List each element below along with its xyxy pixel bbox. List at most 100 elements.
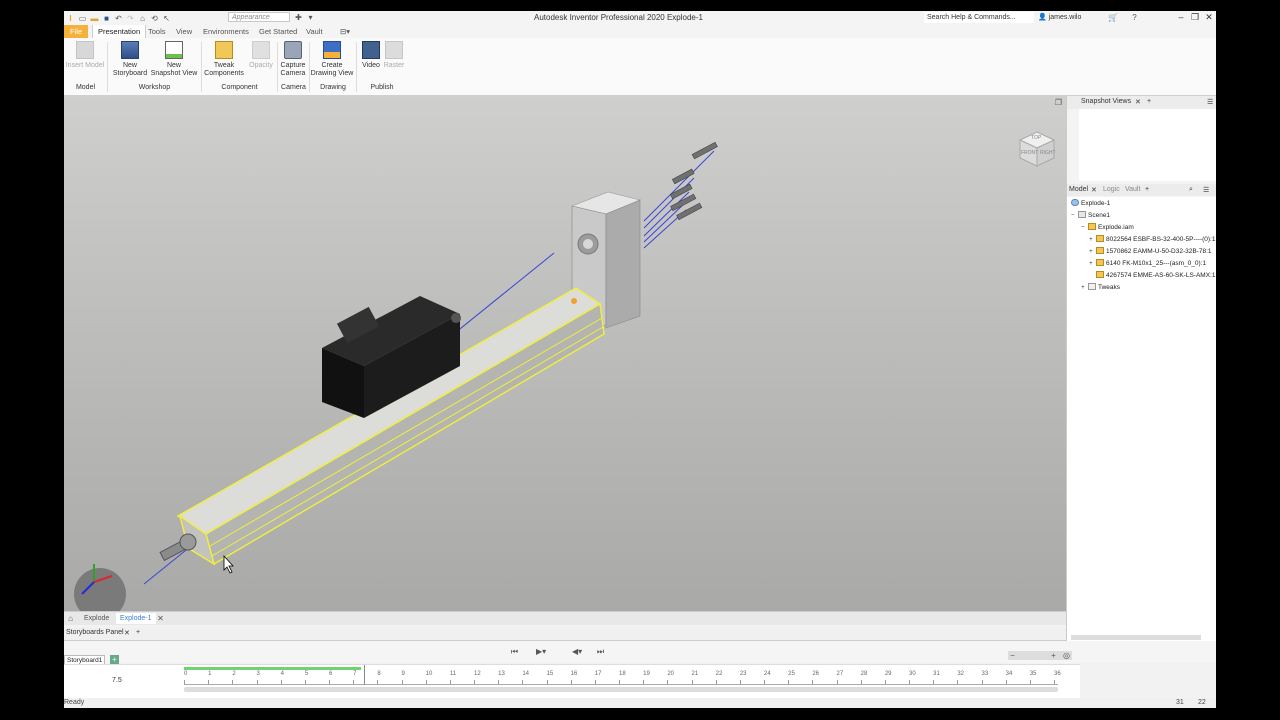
measure-icon[interactable]: ✚ bbox=[294, 13, 303, 22]
tweak-components-button[interactable]: Tweak Components bbox=[203, 41, 245, 78]
new-storyboard-button[interactable]: New Storyboard bbox=[110, 41, 150, 78]
close-tab-icon[interactable]: ✕ bbox=[156, 614, 165, 623]
snapshot-menu-icon[interactable]: ☰ bbox=[1207, 98, 1213, 106]
timeline-settings-icon[interactable]: ◎ bbox=[1062, 651, 1071, 660]
tree-node-component[interactable]: +1570862 EAMM-U-50-D32-32B-78:1 bbox=[1089, 247, 1212, 257]
select-icon[interactable]: ↖ bbox=[162, 14, 171, 23]
tab-environments[interactable]: Environments bbox=[203, 25, 249, 38]
create-drawing-view-button[interactable]: Create Drawing View bbox=[310, 41, 354, 78]
home-tab-icon[interactable]: ⌂ bbox=[66, 614, 75, 623]
go-to-start-icon[interactable]: ⏮ bbox=[510, 647, 519, 656]
create-label-2: Drawing View bbox=[310, 70, 354, 77]
user-account[interactable]: 👤 james.wilo bbox=[1038, 13, 1081, 21]
timeline-tick-label: 32 bbox=[957, 671, 965, 677]
close-snapshot-icon[interactable]: ✕ bbox=[1135, 98, 1141, 106]
tab-view[interactable]: View bbox=[176, 25, 192, 38]
storyboard-timeline[interactable]: 7.5 0 1 2 3 4 5 6 7 8 9 10 11 12 13 14 15 16 17 18 19 20 21 22… bbox=[64, 664, 1080, 699]
undo-icon[interactable]: ↶ bbox=[114, 14, 123, 23]
browser-tab-model[interactable]: Model bbox=[1069, 186, 1088, 193]
save-icon[interactable]: ■ bbox=[102, 14, 111, 23]
insert-model-button[interactable]: Insert Model bbox=[64, 41, 106, 70]
appearance-dropdown[interactable]: Appearance bbox=[228, 12, 290, 22]
go-to-end-icon[interactable]: ⏭ bbox=[596, 647, 605, 656]
add-panel-icon[interactable]: + bbox=[136, 629, 140, 636]
browser-tab-vault[interactable]: Vault bbox=[1125, 186, 1140, 193]
tab-presentation[interactable]: Presentation bbox=[92, 25, 147, 38]
video-button[interactable]: Video bbox=[359, 41, 383, 70]
playhead[interactable] bbox=[364, 665, 365, 685]
browser-scrollbar[interactable] bbox=[1071, 635, 1201, 640]
tab-file[interactable]: File bbox=[64, 25, 88, 38]
open-folder-icon[interactable]: ▬ bbox=[90, 14, 99, 23]
opacity-button[interactable]: Opacity bbox=[246, 41, 276, 70]
timeline-tick-label: 5 bbox=[304, 671, 309, 677]
update-icon[interactable]: ⟲ bbox=[150, 14, 159, 23]
redo-icon[interactable]: ↷ bbox=[126, 14, 135, 23]
triad-gizmo bbox=[74, 564, 126, 612]
graphics-viewport[interactable]: TOP FRONT RIGHT ❐ bbox=[64, 96, 1066, 612]
tab-tools[interactable]: Tools bbox=[148, 25, 166, 38]
doc-tab-explode[interactable]: Explode bbox=[80, 613, 113, 624]
timeline-scrollbar[interactable] bbox=[184, 687, 1058, 692]
ribbon: Insert Model New Storyboard New Snapshot… bbox=[64, 38, 1216, 96]
play-reverse-icon[interactable]: ◀▾ bbox=[572, 647, 582, 656]
app-logo-icon[interactable]: I bbox=[66, 14, 75, 23]
timeline-tick-mark bbox=[691, 680, 693, 684]
maximize-button[interactable]: ❐ bbox=[1189, 11, 1201, 24]
minimize-button[interactable]: – bbox=[1175, 11, 1187, 24]
help-search-input[interactable]: Search Help & Commands... bbox=[924, 12, 1034, 23]
snapshot-views-area[interactable] bbox=[1079, 109, 1216, 181]
tree-node-component[interactable]: 4267574 EMME-AS-60-SK-LS-AMX:1 bbox=[1096, 271, 1215, 281]
component-icon bbox=[1096, 259, 1104, 266]
timeline-tick-mark bbox=[619, 680, 620, 684]
tree-node-component[interactable]: +6140 FK-M10x1_25---(asm_0_0):1 bbox=[1089, 259, 1206, 269]
collapse-icon[interactable]: − bbox=[1081, 223, 1088, 233]
timeline-tick-mark bbox=[860, 680, 862, 684]
browser-tab-logic[interactable]: Logic bbox=[1103, 186, 1120, 193]
expand-icon[interactable]: + bbox=[1089, 235, 1096, 245]
timeline-tick-label: 25 bbox=[788, 671, 795, 677]
capture-camera-button[interactable]: Capture Camera bbox=[278, 41, 308, 78]
customize-qat-icon[interactable]: ▾ bbox=[306, 13, 315, 22]
timeline-tick-mark bbox=[208, 680, 210, 684]
timeline-tick-label: 18 bbox=[619, 671, 626, 677]
zoom-in-icon[interactable]: + bbox=[1049, 651, 1058, 660]
timeline-tick-mark bbox=[812, 680, 814, 684]
viewcube[interactable]: TOP FRONT RIGHT bbox=[1016, 128, 1058, 170]
close-model-tab-icon[interactable]: ✕ bbox=[1091, 186, 1097, 194]
browser-menu-icon[interactable]: ☰ bbox=[1203, 186, 1209, 194]
collapse-icon[interactable]: − bbox=[1071, 211, 1078, 221]
video-label: Video bbox=[362, 62, 380, 69]
close-storyboard-panel-icon[interactable]: ✕ bbox=[124, 629, 130, 637]
tab-vault[interactable]: Vault bbox=[306, 25, 323, 38]
raster-button[interactable]: Raster bbox=[382, 41, 406, 70]
home-icon[interactable]: ⌂ bbox=[138, 14, 147, 23]
tree-node-component[interactable]: +8022564 ESBF-BS-32-400-5P----(0):1 bbox=[1089, 235, 1215, 245]
tree-node-assembly[interactable]: − Explode.iam bbox=[1081, 223, 1134, 233]
zoom-out-icon[interactable]: − bbox=[1008, 651, 1017, 660]
doc-tab-explode-1[interactable]: Explode-1 bbox=[116, 613, 156, 624]
tweaks-folder-icon bbox=[1088, 283, 1096, 290]
browser-search-icon[interactable]: ⌕ bbox=[1189, 186, 1193, 194]
timeline-tick-mark bbox=[909, 680, 910, 684]
play-icon[interactable]: ▶▾ bbox=[536, 647, 546, 656]
add-snapshot-panel-icon[interactable]: + bbox=[1147, 98, 1151, 105]
add-browser-tab-icon[interactable]: + bbox=[1145, 186, 1149, 193]
help-icon[interactable]: ? bbox=[1130, 13, 1139, 22]
expand-icon[interactable]: + bbox=[1089, 259, 1096, 269]
viewport-restore-icon[interactable]: ❐ bbox=[1054, 98, 1063, 107]
add-storyboard-icon[interactable]: + bbox=[110, 655, 119, 664]
new-file-icon[interactable]: ▭ bbox=[78, 14, 87, 23]
new-snapshot-view-button[interactable]: New Snapshot View bbox=[150, 41, 198, 78]
expand-icon[interactable]: + bbox=[1081, 283, 1088, 293]
presentation-icon bbox=[1071, 199, 1079, 206]
expand-icon[interactable]: + bbox=[1089, 247, 1096, 257]
window-title: Autodesk Inventor Professional 2020 Expl… bbox=[534, 13, 703, 22]
cart-icon[interactable]: 🛒 bbox=[1108, 13, 1118, 22]
tree-node-tweaks[interactable]: + Tweaks bbox=[1081, 283, 1120, 293]
tab-get-started[interactable]: Get Started bbox=[259, 25, 297, 38]
ribbon-options-icon[interactable]: ⊟▾ bbox=[340, 25, 350, 38]
tree-node-scene[interactable]: − Scene1 bbox=[1071, 211, 1110, 221]
tree-node-presentation[interactable]: Explode-1 bbox=[1071, 199, 1110, 209]
close-window-button[interactable]: ✕ bbox=[1203, 11, 1215, 24]
